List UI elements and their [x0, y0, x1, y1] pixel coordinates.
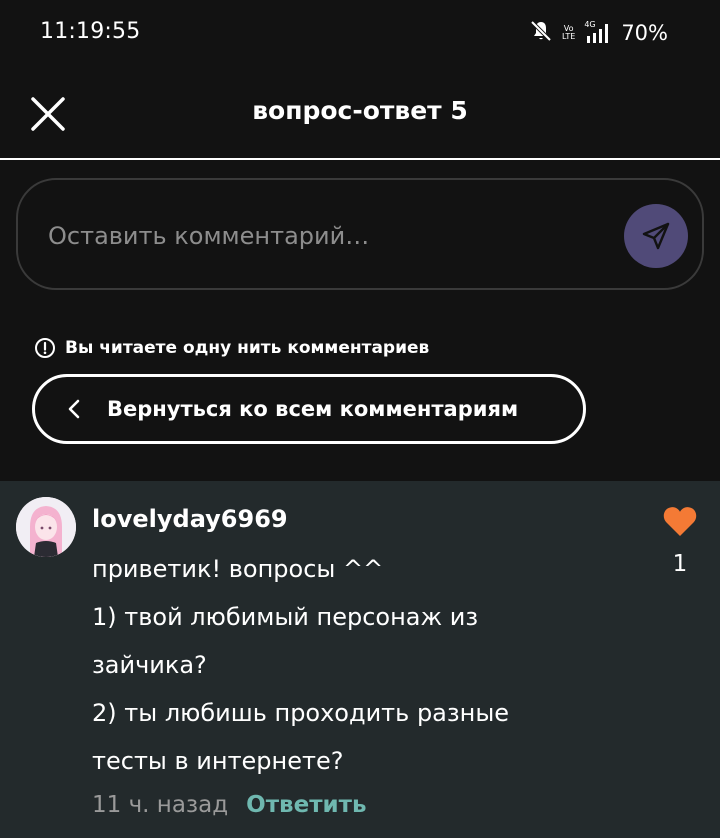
back-button-label: Вернуться ко всем комментариям [107, 397, 519, 421]
comment-line: 2) ты любишь проходить разные [92, 699, 510, 727]
status-icons: Vo LTE 4G 70% [529, 18, 668, 48]
comment-input[interactable] [48, 216, 588, 256]
comment-body: приветик! вопросы ^^ 1) твой любимый пер… [92, 545, 612, 785]
back-to-all-comments-button[interactable]: Вернуться ко всем комментариям [32, 374, 586, 444]
thread-notice-text: Вы читаете одну нить комментариев [65, 338, 430, 358]
reply-button[interactable]: Ответить [246, 792, 366, 818]
send-icon [642, 222, 670, 250]
comment-timestamp: 11 ч. назад [92, 792, 229, 818]
comment-composer [16, 178, 704, 290]
comment-line: 1) твой любимый персонаж из [92, 603, 479, 631]
page-title: вопрос-ответ 5 [252, 96, 468, 125]
signal-icon: 4G [584, 21, 612, 45]
comment-meta: 11 ч. назад Ответить [92, 787, 367, 823]
like-button[interactable] [661, 503, 699, 539]
comment-username[interactable]: lovelyday6969 [92, 505, 288, 533]
comment-card: lovelyday6969 приветик! вопросы ^^ 1) тв… [0, 481, 720, 838]
like-count: 1 [672, 551, 688, 577]
status-bar: 11:19:55 Vo LTE 4G 70% [0, 0, 720, 66]
thread-notice: Вы читаете одну нить комментариев [34, 336, 429, 360]
header-bar: вопрос-ответ 5 [0, 66, 720, 160]
status-time: 11:19:55 [40, 19, 141, 44]
avatar-image [16, 497, 76, 557]
volte-icon: Vo LTE [562, 25, 575, 41]
comment-line: приветик! вопросы ^^ [92, 555, 384, 583]
comment-line: зайчика? [92, 651, 207, 679]
avatar[interactable] [16, 497, 76, 557]
send-button[interactable] [624, 204, 688, 268]
comment-line: тесты в интернете? [92, 747, 344, 775]
mute-bell-icon [529, 19, 553, 47]
heart-icon [663, 507, 697, 536]
info-icon [35, 338, 55, 358]
battery-level: 70% [621, 21, 668, 45]
chevron-left-icon [68, 399, 80, 419]
volte-bottom: LTE [562, 32, 576, 41]
